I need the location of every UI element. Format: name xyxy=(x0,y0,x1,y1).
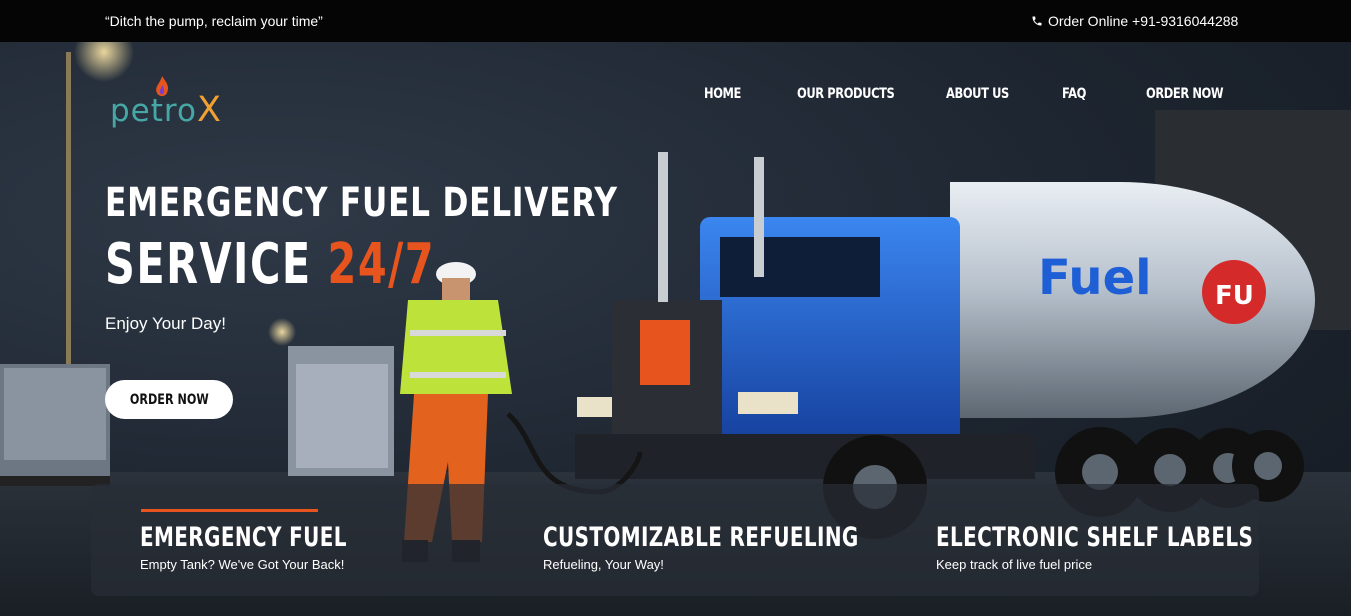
contact-phone[interactable]: Order Online +91-9316044288 xyxy=(1031,13,1238,29)
features-strip: EMERGENCY FUEL Empty Tank? We've Got You… xyxy=(91,484,1259,596)
order-now-button[interactable]: ORDER NOW xyxy=(105,380,233,419)
hero-headline-line1: EMERGENCY FUEL DELIVERY xyxy=(105,180,618,226)
tagline: “Ditch the pump, reclaim your time” xyxy=(105,13,323,29)
feature-title: EMERGENCY FUEL xyxy=(140,522,347,553)
headline-24-7: 24/7 xyxy=(327,232,436,297)
nav-about-us[interactable]: ABOUT US xyxy=(946,86,1041,102)
phone-icon xyxy=(1032,16,1042,26)
order-now-label: ORDER NOW xyxy=(129,391,209,408)
hero-section: Fuel FU petroX HOME OUR PRODUCTS ABOUT U… xyxy=(0,42,1351,616)
headline-service: SERVICE xyxy=(105,232,328,297)
feature-electronic-shelf-labels[interactable]: ELECTRONIC SHELF LABELS Keep track of li… xyxy=(936,522,1351,572)
hero-subheading: Enjoy Your Day! xyxy=(105,314,226,333)
feature-subtitle: Empty Tank? We've Got Your Back! xyxy=(140,557,345,572)
hero-headline-line2: SERVICE 24/7 xyxy=(105,232,435,297)
nav-order-now[interactable]: ORDER NOW xyxy=(1146,86,1224,102)
feature-title: CUSTOMIZABLE REFUELING xyxy=(543,522,859,553)
petrox-logo[interactable]: petroX xyxy=(110,76,222,130)
flame-icon xyxy=(156,76,169,96)
main-nav: HOME OUR PRODUCTS ABOUT US FAQ ORDER NOW xyxy=(704,86,1240,102)
nav-faq[interactable]: FAQ xyxy=(1062,86,1131,102)
contact-text: Order Online +91-9316044288 xyxy=(1048,13,1239,29)
tank-badge-label: FU xyxy=(1215,281,1254,311)
feature-customizable-refueling[interactable]: CUSTOMIZABLE REFUELING Refueling, Your W… xyxy=(543,522,970,572)
logo-text: petro xyxy=(110,93,197,129)
logo-x: X xyxy=(196,90,222,130)
nav-home[interactable]: HOME xyxy=(704,86,780,102)
feature-emergency-fuel[interactable]: EMERGENCY FUEL Empty Tank? We've Got You… xyxy=(140,522,420,572)
top-bar: “Ditch the pump, reclaim your time” Orde… xyxy=(0,0,1351,42)
feature-subtitle: Keep track of live fuel price xyxy=(936,557,1093,572)
tank-fuel-label: Fuel xyxy=(1038,250,1152,306)
feature-title: ELECTRONIC SHELF LABELS xyxy=(936,522,1254,553)
accent-line xyxy=(141,509,318,512)
feature-subtitle: Refueling, Your Way! xyxy=(543,557,664,572)
nav-our-products[interactable]: OUR PRODUCTS xyxy=(797,86,919,102)
